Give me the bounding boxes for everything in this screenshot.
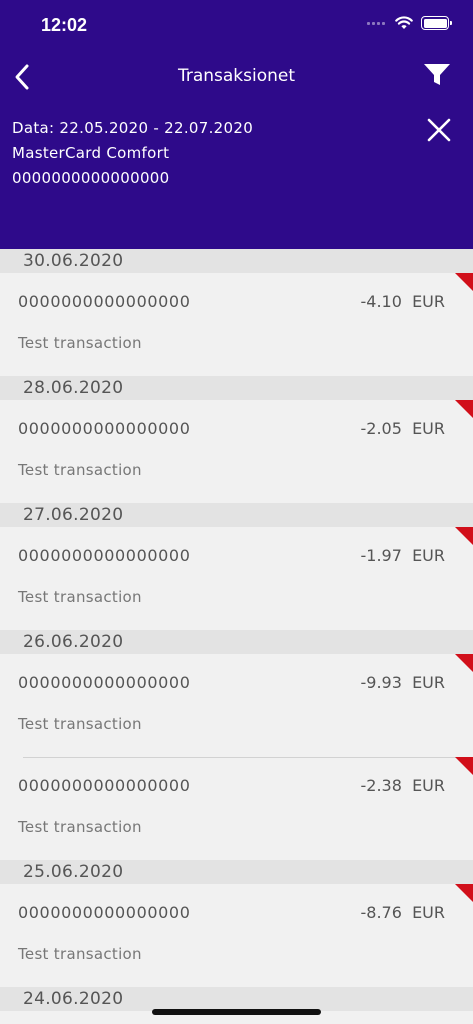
flag-marker-icon (455, 654, 473, 672)
home-indicator[interactable] (152, 1009, 321, 1015)
transaction-description: Test transaction (18, 588, 142, 606)
page-title: Transaksionet (177, 66, 296, 86)
transaction-row[interactable]: 0000000000000000 -2.05 EUR Test transact… (0, 400, 473, 503)
funnel-icon[interactable] (423, 63, 451, 87)
date-header: 26.06.2020 (0, 630, 473, 654)
date-header: 25.06.2020 (0, 860, 473, 884)
transaction-amount: -4.10 EUR (360, 292, 445, 311)
transaction-amount: -9.93 EUR (360, 673, 445, 692)
transaction-row[interactable]: 0000000000000000 -9.93 EUR Test transact… (0, 654, 473, 757)
date-header: 30.06.2020 (0, 249, 473, 273)
transaction-description: Test transaction (18, 461, 142, 479)
header: 12:02 Transaksionet Data: 22.05.2020 - 2… (0, 0, 473, 249)
date-header: 28.06.2020 (0, 376, 473, 400)
battery-icon (421, 16, 452, 30)
transaction-description: Test transaction (18, 818, 142, 836)
flag-marker-icon (455, 400, 473, 418)
transaction-row[interactable]: 0000000000000000 -8.76 EUR Test transact… (0, 884, 473, 987)
flag-marker-icon (455, 527, 473, 545)
transaction-description: Test transaction (18, 334, 142, 352)
flag-marker-icon (455, 884, 473, 902)
transaction-amount: -2.05 EUR (360, 419, 445, 438)
filter-date-range: Data: 22.05.2020 - 22.07.2020 (12, 119, 254, 137)
card-number: 0000000000000000 (12, 169, 170, 187)
wifi-icon (395, 16, 413, 29)
status-icons (367, 16, 452, 30)
transaction-card-number: 0000000000000000 (18, 292, 191, 311)
transaction-card-number: 0000000000000000 (18, 419, 191, 438)
card-name: MasterCard Comfort (12, 144, 170, 162)
flag-marker-icon (455, 757, 473, 775)
cellular-signal-icon (367, 21, 385, 25)
flag-marker-icon (455, 273, 473, 291)
transaction-card-number: 0000000000000000 (18, 903, 191, 922)
transaction-amount: -1.97 EUR (360, 546, 445, 565)
transaction-card-number: 0000000000000000 (18, 546, 191, 565)
transaction-card-number: 0000000000000000 (18, 776, 191, 795)
transaction-row[interactable]: 0000000000000000 -4.10 EUR Test transact… (0, 273, 473, 376)
transaction-list[interactable]: 30.06.2020 0000000000000000 -4.10 EUR Te… (0, 249, 473, 1011)
date-header: 24.06.2020 (0, 987, 473, 1011)
close-icon[interactable] (427, 118, 451, 142)
transaction-description: Test transaction (18, 945, 142, 963)
transaction-amount: -8.76 EUR (360, 903, 445, 922)
transaction-row[interactable]: 0000000000000000 -2.38 EUR Test transact… (0, 757, 473, 860)
status-time: 12:02 (41, 15, 88, 35)
filter-summary: Data: 22.05.2020 - 22.07.2020 MasterCard… (12, 116, 253, 191)
date-header: 27.06.2020 (0, 503, 473, 527)
transaction-amount: -2.38 EUR (360, 776, 445, 795)
transaction-description: Test transaction (18, 715, 142, 733)
transaction-row[interactable]: 0000000000000000 -1.97 EUR Test transact… (0, 527, 473, 630)
transaction-card-number: 0000000000000000 (18, 673, 191, 692)
